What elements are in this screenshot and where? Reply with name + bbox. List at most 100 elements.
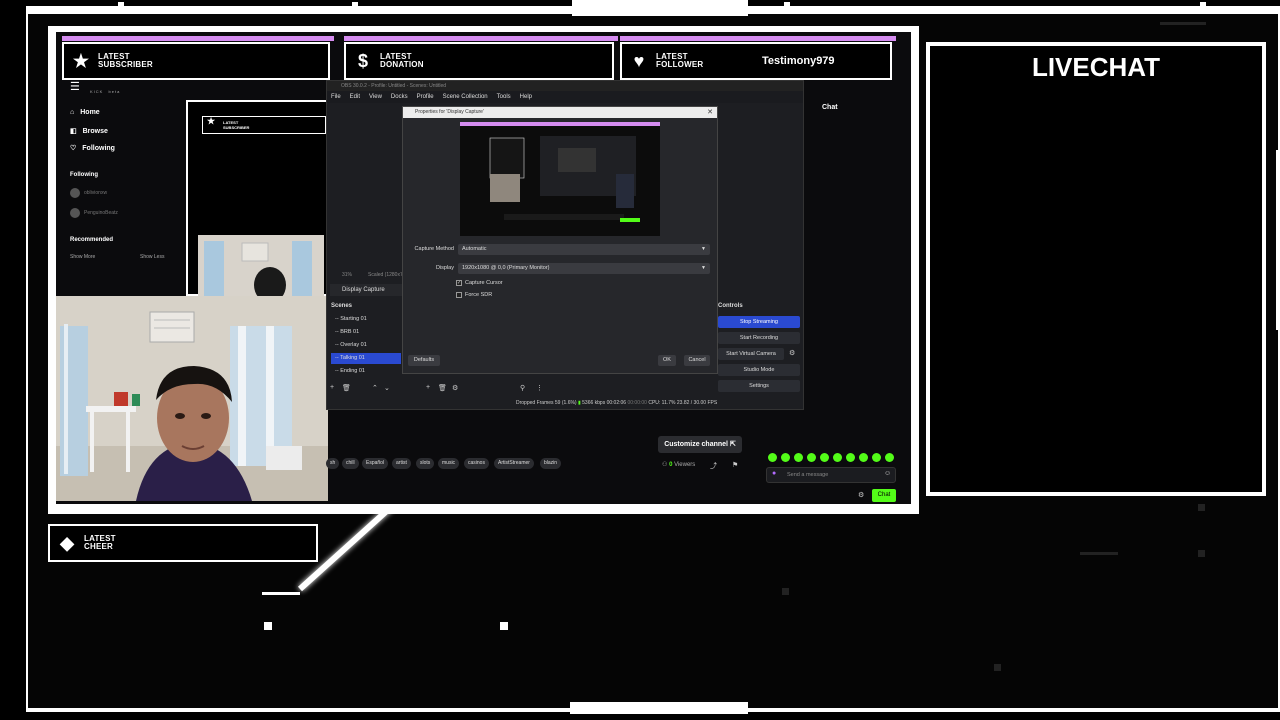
scene-item-active[interactable]: -- Talking 01: [331, 353, 401, 364]
tag-chip[interactable]: casinos: [464, 458, 489, 469]
star-icon: ★: [72, 50, 90, 71]
capture-cursor-checkbox[interactable]: ✓ Capture Cursor: [456, 280, 503, 286]
emote-icon[interactable]: [885, 453, 894, 462]
checkbox-checked-icon: ✓: [456, 280, 462, 286]
sidebar-recommended-heading: Recommended: [70, 237, 114, 243]
sidebar-item-home[interactable]: ⌂ Home: [70, 109, 100, 116]
emote-icon[interactable]: [872, 453, 881, 462]
home-icon: ⌂: [70, 109, 75, 116]
studio-mode-button[interactable]: Studio Mode: [718, 364, 800, 376]
cancel-button[interactable]: Cancel: [684, 355, 710, 366]
start-recording-button[interactable]: Start Recording: [718, 332, 800, 344]
sidebar-following-heading: Following: [70, 172, 98, 178]
browse-icon: ◧: [70, 128, 77, 135]
chat-heading: Chat: [822, 104, 838, 111]
obs-source-item[interactable]: Display Capture: [330, 284, 402, 296]
add-icon[interactable]: +: [330, 384, 334, 391]
chat-message-input[interactable]: Send a message: [766, 467, 896, 483]
overlay-bottom-notch: [570, 702, 748, 714]
avatar: [70, 208, 80, 218]
scene-item[interactable]: -- Starting 01: [331, 314, 401, 325]
sidebar-item-following[interactable]: ♡ Following: [70, 144, 115, 153]
start-virtual-camera-button[interactable]: Start Virtual Camera: [718, 348, 784, 360]
kick-logo[interactable]: KICK beta: [90, 80, 120, 97]
trash-icon[interactable]: 🗑: [438, 384, 447, 392]
livechat-title: LIVECHAT: [1031, 52, 1161, 82]
alert-accent: [62, 36, 334, 41]
emote-icon[interactable]: [794, 453, 803, 462]
tag-chip[interactable]: music: [438, 458, 460, 469]
tag-chip[interactable]: artist: [392, 458, 411, 469]
tag-chip[interactable]: Español: [362, 458, 389, 469]
more-icon[interactable]: ⋮: [536, 384, 543, 392]
gear-icon[interactable]: ⚙: [858, 491, 864, 499]
show-less-link[interactable]: Show Less: [140, 254, 164, 260]
customize-channel-button[interactable]: Customize channel ⇱: [658, 436, 742, 453]
tag-chip[interactable]: blazin: [540, 458, 562, 469]
trash-icon[interactable]: 🗑: [342, 384, 351, 392]
defaults-button[interactable]: Defaults: [408, 355, 440, 366]
scene-item[interactable]: -- BRB 01: [331, 327, 401, 338]
scene-item[interactable]: -- Overlay 01: [331, 340, 401, 351]
menu-tools[interactable]: Tools: [497, 94, 511, 100]
microphone-icon[interactable]: ●: [772, 470, 776, 477]
settings-button[interactable]: Settings: [718, 380, 800, 392]
sidebar-item-browse[interactable]: ◧ Browse: [70, 127, 108, 136]
gear-icon[interactable]: ⚙: [789, 349, 795, 357]
tag-chip[interactable]: slots: [416, 458, 435, 469]
gear-icon[interactable]: ⚙: [452, 384, 458, 392]
tag-chip[interactable]: chill: [342, 458, 359, 469]
sidebar-channel[interactable]: PenguinoBeatz: [84, 210, 118, 216]
overlay-dot: [994, 664, 1001, 671]
menu-edit[interactable]: Edit: [350, 94, 360, 100]
capture-method-select[interactable]: Automatic ▼: [458, 244, 710, 255]
emote-icon[interactable]: [781, 453, 790, 462]
tag-chip[interactable]: ArtistStreamer: [494, 458, 534, 469]
menu-docks[interactable]: Docks: [391, 94, 408, 100]
kick-beta-tag: beta: [108, 89, 121, 94]
emote-icon[interactable]: [859, 453, 868, 462]
controls-dock-heading: Controls: [718, 303, 743, 309]
display-label: Display: [435, 265, 454, 271]
menu-icon[interactable]: ☰: [70, 80, 80, 93]
emote-icon[interactable]: [768, 453, 777, 462]
display-select[interactable]: 1920x1080 @ 0,0 (Primary Monitor) ▼: [458, 263, 710, 274]
emote-icon[interactable]: [807, 453, 816, 462]
add-icon[interactable]: +: [426, 384, 430, 391]
chat-send-button[interactable]: Chat: [872, 489, 896, 502]
link-icon[interactable]: ⚲: [520, 384, 525, 392]
overlay-dot: [782, 588, 789, 595]
scene-item[interactable]: -- Ending 01: [331, 366, 401, 377]
ok-button[interactable]: OK: [658, 355, 676, 366]
menu-file[interactable]: File: [331, 94, 341, 100]
dollar-icon: $: [357, 50, 368, 71]
tag-chip[interactable]: sh: [326, 458, 340, 469]
checkbox-empty-icon: [456, 292, 462, 298]
show-more-link[interactable]: Show More: [70, 254, 95, 260]
share-icon[interactable]: ⤴: [710, 461, 717, 471]
alert-label: LATEST FOLLOWER: [656, 52, 704, 69]
latest-follower-alert: ♥ LATEST FOLLOWER Testimony979: [620, 36, 896, 80]
sidebar-channel[interactable]: oblivionxw: [84, 190, 107, 196]
stop-streaming-button[interactable]: Stop Streaming: [718, 316, 800, 328]
menu-help[interactable]: Help: [520, 94, 532, 100]
force-sdr-checkbox[interactable]: Force SDR: [456, 292, 492, 298]
people-icon: ⚇: [662, 462, 668, 468]
viewer-count: ⚇ 0 Viewers: [662, 462, 696, 468]
emote-icon[interactable]: [846, 453, 855, 462]
obs-menu-bar: File Edit View Docks Profile Scene Colle…: [327, 91, 803, 103]
overlay-accent: [784, 2, 790, 8]
menu-profile[interactable]: Profile: [417, 94, 434, 100]
gift-icon[interactable]: ⚑: [732, 461, 738, 469]
close-icon[interactable]: ✕: [707, 107, 713, 118]
emote-icon[interactable]: [820, 453, 829, 462]
obs-zoom-level: 31%: [342, 272, 353, 278]
chevron-down-icon[interactable]: ⌄: [384, 384, 390, 392]
chevron-down-icon: ▼: [701, 265, 706, 271]
menu-view[interactable]: View: [369, 94, 382, 100]
emote-icon[interactable]: [833, 453, 842, 462]
chevron-up-icon[interactable]: ⌃: [372, 384, 378, 392]
overlay-dot: [1198, 550, 1205, 557]
emoji-icon[interactable]: ☺: [884, 470, 891, 477]
menu-scene-collection[interactable]: Scene Collection: [443, 94, 488, 100]
